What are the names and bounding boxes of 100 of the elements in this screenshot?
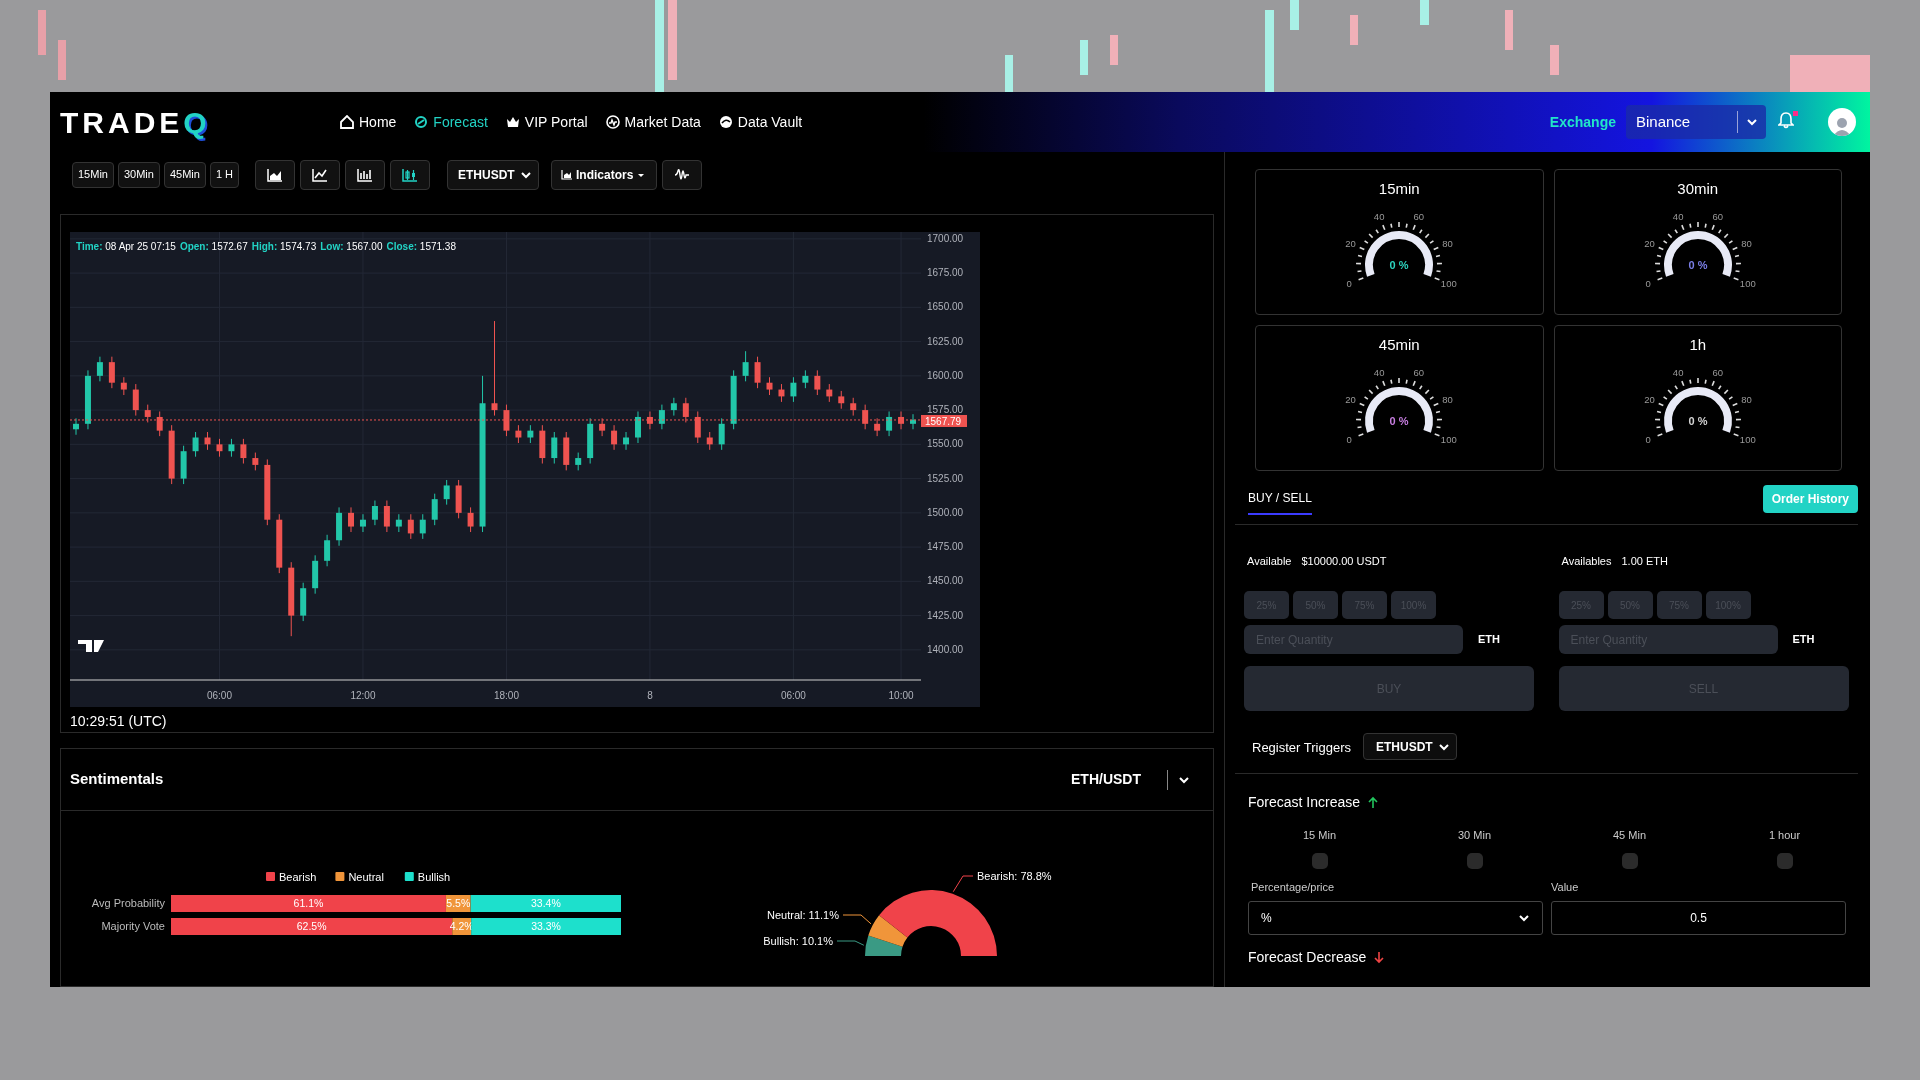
interval-button[interactable]: 45Min	[163, 161, 206, 188]
candle	[635, 410, 641, 444]
unit-label: ETH	[1792, 632, 1815, 648]
candle	[850, 397, 857, 417]
candle	[455, 479, 462, 519]
nav-link[interactable]: VIP Portal	[505, 111, 588, 133]
nav-link[interactable]: Home	[340, 111, 397, 133]
slice-label: Neutral: 11.1%	[767, 909, 839, 921]
gauge-scale-label: 0	[1346, 277, 1353, 289]
unit-label: ETH	[1478, 632, 1500, 648]
candle	[276, 513, 283, 574]
gauge-scale-label: 100	[1441, 433, 1457, 445]
candle	[706, 431, 713, 451]
chart-type-button[interactable]	[300, 159, 341, 190]
axis-label: 1700.00	[927, 232, 964, 244]
nav-link[interactable]: Market Data	[605, 111, 701, 133]
chart-logo-icon	[78, 640, 104, 652]
axis-label: 12:00	[350, 690, 376, 701]
candle	[838, 390, 845, 410]
chart-type-button[interactable]	[390, 159, 431, 190]
leader-line	[952, 875, 974, 893]
interval-button[interactable]: 15Min	[72, 161, 114, 188]
trigger-symbol-select[interactable]: ETHUSDT	[1363, 733, 1457, 760]
available-balance: 1.00 ETH	[1621, 553, 1668, 569]
triggers-label: Register Triggers	[1252, 739, 1351, 757]
candle	[682, 397, 689, 423]
chevron-icon	[520, 169, 533, 180]
bar-value-label: 62.5%	[296, 920, 327, 932]
candle	[802, 369, 809, 389]
gauge-scale-label: 100	[1739, 277, 1756, 289]
waveform-button[interactable]	[662, 159, 703, 190]
candle	[431, 493, 438, 526]
checkbox[interactable]	[1466, 852, 1483, 869]
candle	[348, 506, 354, 533]
axis-label: 1650.00	[927, 301, 964, 313]
candle	[874, 417, 881, 437]
candle	[754, 356, 761, 389]
symbol-select[interactable]: ETHUSDT	[447, 159, 540, 190]
checkbox[interactable]	[1311, 852, 1328, 869]
candle	[623, 431, 630, 451]
candle	[252, 452, 259, 471]
bar-value-label: 33.4%	[530, 897, 561, 909]
avatar[interactable]	[1828, 108, 1856, 136]
mode-select[interactable]: %	[1248, 901, 1543, 935]
candle	[563, 431, 570, 471]
exchange-label: Exchange	[1549, 112, 1616, 132]
candle	[73, 417, 79, 436]
legend-item: Bearish	[266, 871, 317, 883]
chart-type-button[interactable]	[345, 159, 386, 190]
candle	[742, 350, 749, 382]
value-field[interactable]: 0.5	[1551, 901, 1846, 935]
panel-title: Sentimentals	[70, 769, 164, 790]
gauge-scale-label: 60	[1712, 210, 1723, 222]
gauge-scale-label: 20	[1644, 237, 1655, 249]
candle	[766, 376, 773, 396]
candle	[694, 410, 701, 444]
candle	[575, 452, 582, 471]
candle	[551, 431, 558, 465]
candle	[407, 513, 414, 540]
candle	[180, 445, 187, 485]
field-label: Percentage/price	[1250, 879, 1336, 895]
candle	[216, 438, 223, 458]
candle	[240, 438, 247, 465]
candle	[371, 500, 378, 526]
axis-label: 06:00	[780, 690, 806, 701]
pair-select[interactable]: ETH/USDT	[1063, 767, 1204, 792]
gauge-scale-label: 20	[1345, 237, 1357, 249]
axis-label: 1600.00	[927, 369, 964, 381]
nav-link[interactable]: Data Vault	[718, 111, 803, 133]
candle	[228, 438, 235, 458]
interval-button[interactable]: 30Min	[117, 161, 160, 188]
chart-icon	[561, 169, 573, 180]
chart-type-button[interactable]	[255, 159, 296, 190]
chevron-icon	[1518, 913, 1530, 923]
candle	[324, 534, 331, 567]
nav-link[interactable]: Forecast	[414, 111, 488, 133]
exchange-select[interactable]: Binance	[1626, 105, 1766, 139]
candle	[108, 356, 115, 389]
gauge-scale-label: 0	[1346, 433, 1353, 445]
gauge-scale-label: 0	[1645, 277, 1651, 289]
available-label: Availables	[1561, 553, 1612, 569]
gauge-scale-label: 60	[1413, 366, 1425, 378]
candle	[443, 479, 450, 506]
checkbox[interactable]	[1776, 852, 1793, 869]
interval-button[interactable]: 1 H	[209, 161, 240, 188]
interval-label: 30 Min	[1458, 828, 1491, 843]
gauge-scale-label: 40	[1672, 210, 1684, 222]
candle	[646, 410, 653, 430]
slice-label: Bullish: 10.1%	[763, 935, 833, 947]
candle	[826, 383, 833, 403]
legend-item: Neutral	[335, 871, 384, 883]
axis-label: 1550.00	[927, 438, 964, 450]
indicators-dropdown[interactable]: Indicators	[551, 159, 658, 190]
candle	[84, 369, 91, 430]
checkbox[interactable]	[1621, 852, 1638, 869]
interval-label: 15 Min	[1303, 828, 1336, 843]
tab[interactable]: BUY / SELL	[1248, 489, 1312, 515]
axis-label: Avg Probability	[91, 897, 165, 909]
gauge-scale-label: 80	[1442, 393, 1453, 405]
gauge-title: 1h	[1689, 335, 1707, 355]
